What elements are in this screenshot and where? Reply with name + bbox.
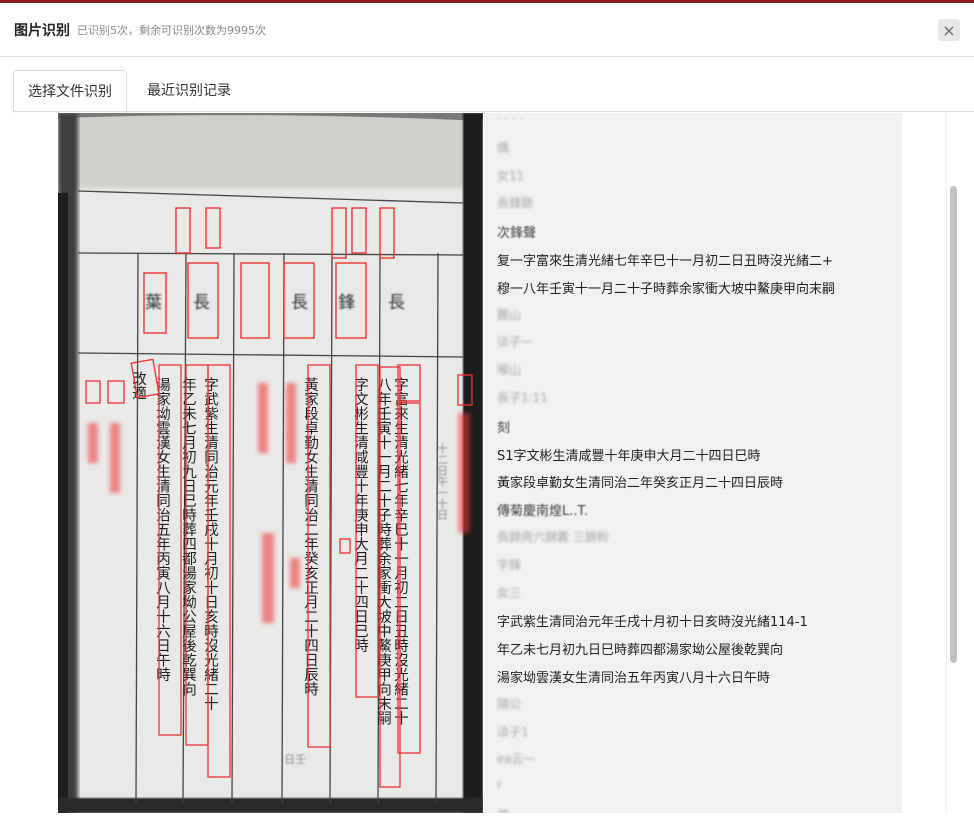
- document-scan: 葉長 長鋒長 字富來生清光緒七年辛巳十一月初二日丑時沒光緒二十 八年壬寅十一月二…: [58, 113, 483, 813]
- ocr-result-line: 复一字富來生清光緒七年辛巳十一月初二日丑時沒光緒二+: [497, 254, 833, 269]
- ocr-result-line: 喉山: [497, 363, 522, 378]
- doc-column-text: 黃家段卓勤女生清同治二年癸亥正月二十四日辰時: [302, 377, 318, 697]
- doc-column-text: 年乙未七月初九日巳時葬四都湯家坳公屋後乾巽向: [180, 377, 196, 697]
- tab-recent-records[interactable]: 最近识别记录: [133, 70, 245, 112]
- tab-select-file[interactable]: 选择文件识别: [13, 70, 127, 113]
- svg-text:鋒: 鋒: [338, 293, 355, 313]
- ocr-result-line: 隨公: [497, 696, 522, 711]
- ocr-result-line: 穆一八年壬寅十一月二十子時葬余家衝大坡中鰲庚甲向末嗣: [497, 281, 836, 297]
- ocr-result-line: 淡子一: [497, 335, 534, 350]
- ocr-result-line: S1字文彬生清咸豐十年庚申大月二十四日巳時: [497, 448, 761, 464]
- ocr-result-line: 黃家段卓勤女生清同治二年癸亥正月二十四日辰時: [497, 476, 784, 492]
- svg-text:長: 長: [388, 293, 405, 313]
- close-button[interactable]: ×: [938, 19, 960, 41]
- scrollbar[interactable]: [946, 113, 961, 813]
- ocr-result-line: 湯家坳雲漢女生清同治五年丙寅八月十六日午時: [497, 671, 771, 686]
- ocr-result-line: 偶: [497, 140, 510, 155]
- ocr-result-line: 字鋒: [497, 557, 522, 572]
- doc-column-text: 湯家坳雲漢女生清同治五年丙寅八月十六日午時: [154, 377, 170, 682]
- dialog-title: 图片识别: [14, 23, 70, 39]
- usage-count-text: 已识别5次，剩余可识别次数为9995次: [77, 24, 266, 37]
- dialog-header: 图片识别 已识别5次，剩余可识别次数为9995次 ×: [0, 3, 974, 57]
- ocr-result-line: · · · ·: [497, 113, 524, 125]
- ocr-result-line: 麓山: [497, 307, 522, 322]
- ocr-result-line: ea云一: [497, 752, 536, 767]
- scrollbar-thumb[interactable]: [950, 186, 957, 663]
- svg-text:長: 長: [193, 293, 210, 313]
- ocr-result-line: 長鋒節: [497, 196, 534, 211]
- ocr-result-line: 女11: [497, 168, 525, 183]
- close-icon: ×: [942, 20, 956, 40]
- ocr-result-line: 傳菊慶南煌L..T.: [497, 504, 589, 520]
- scanned-document-image: 葉長 長鋒長 字富來生清光緒七年辛巳十一月初二日丑時沒光緒二十 八年壬寅十一月二…: [58, 113, 483, 813]
- doc-column-text: 字文彬生清咸豐十年庚申大月二十四日巳時: [352, 377, 368, 653]
- ocr-result-line: r: [497, 778, 502, 793]
- ocr-result-line: 長錦亮六錦囊 三錦粉: [497, 530, 609, 544]
- ocr-result-line: 刻: [497, 420, 511, 436]
- svg-text:十二日午一十日: 十二日午一十日: [436, 442, 449, 520]
- doc-column-text: 字武紫生清同治元年壬戌十月初十日亥時沒光緒二十: [202, 377, 218, 711]
- tab-bar: 选择文件识别 最近识别记录: [0, 57, 974, 113]
- svg-text:長: 長: [291, 293, 308, 313]
- tab-divider: [13, 111, 974, 112]
- ocr-result-line: 淡子1: [497, 724, 529, 739]
- ocr-result-line: 長子1:11: [497, 391, 548, 405]
- svg-text:葉: 葉: [145, 293, 162, 313]
- svg-text:日壬: 日壬: [284, 753, 306, 766]
- ocr-result-line: 年乙未七月初九日巳時葬四都湯家坳公屋後乾巽向: [497, 643, 784, 659]
- ocr-result-line: 次鋒聲: [497, 226, 537, 242]
- ocr-result-line: 字武紫生清同治元年壬戌十月初十日亥時沒光緒114-1: [497, 615, 808, 631]
- ocr-result-panel: · · · · 偶女11 長鋒節次鋒聲复一字富來生清光緒七年辛巳十一月初二日丑時沒光…: [484, 113, 902, 813]
- ocr-result-line: 女三: [497, 585, 522, 600]
- ocr-result-line: 弟: [497, 806, 509, 813]
